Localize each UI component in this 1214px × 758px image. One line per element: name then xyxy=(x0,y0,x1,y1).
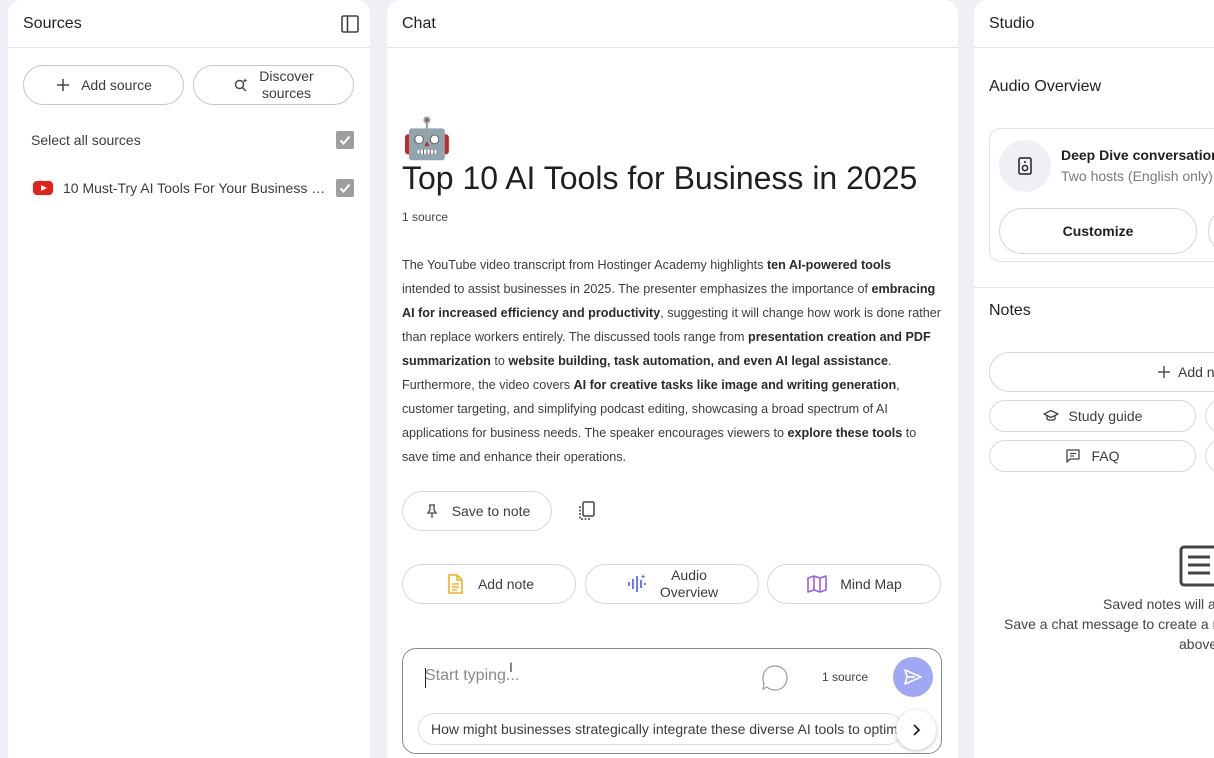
studio-add-note-button[interactable]: Add note xyxy=(989,352,1214,392)
audio-overview-title: Audio Overview xyxy=(989,78,1102,95)
discover-label: Discover sources xyxy=(259,68,314,101)
plus-icon xyxy=(57,79,70,91)
chat-header: Chat xyxy=(387,0,958,48)
notebook-summary: The YouTube video transcript from Hostin… xyxy=(402,253,942,469)
add-note-label: Add note xyxy=(477,576,535,592)
summary-highlight: AI for creative tasks like image and wri… xyxy=(573,378,897,392)
graduation-cap-icon xyxy=(1042,409,1059,421)
sources-header: Sources xyxy=(8,0,370,48)
summary-text: to xyxy=(490,354,509,368)
source-item-checkbox[interactable] xyxy=(336,179,354,197)
pin-icon xyxy=(426,504,437,518)
composer-source-count: 1 source xyxy=(822,670,869,684)
add-source-button[interactable]: Add source xyxy=(23,65,184,105)
copy-icon[interactable] xyxy=(576,500,598,522)
studio-title: Studio xyxy=(989,14,1035,32)
suggested-question-chip[interactable]: How might businesses strategically integ… xyxy=(418,713,903,745)
collapse-panel-icon[interactable] xyxy=(340,14,360,34)
chat-bubble-icon xyxy=(762,665,788,691)
search-sparkle-icon xyxy=(235,78,248,92)
map-icon xyxy=(807,575,828,593)
add-source-label: Add source xyxy=(81,77,152,93)
youtube-icon xyxy=(33,181,53,195)
faq-label: FAQ xyxy=(1091,448,1120,464)
send-icon xyxy=(904,669,922,685)
generate-button[interactable] xyxy=(1208,208,1214,254)
chat-input[interactable] xyxy=(425,667,745,685)
chevron-right-icon xyxy=(913,724,921,736)
faq-bubble-icon xyxy=(1066,449,1081,463)
robot-emoji-icon: 🤖 xyxy=(402,117,452,161)
check-icon xyxy=(339,135,351,145)
check-icon xyxy=(339,183,351,193)
note-icon xyxy=(448,574,463,594)
select-all-row[interactable]: Select all sources xyxy=(23,125,354,155)
audio-overview-label: Audio Overview xyxy=(659,567,719,600)
notes-empty-hint: Save a chat message to create a new note… xyxy=(1004,616,1214,632)
send-button[interactable] xyxy=(893,657,933,697)
audio-overview-card: Deep Dive conversation Two hosts (Englis… xyxy=(989,128,1214,262)
deep-dive-title: Deep Dive conversation xyxy=(1061,147,1214,163)
mind-map-label: Mind Map xyxy=(840,576,902,592)
notes-empty-hint-end: above. xyxy=(1179,636,1214,652)
select-all-checkbox[interactable] xyxy=(336,131,354,149)
faq-button[interactable]: FAQ xyxy=(989,440,1196,472)
customize-button[interactable]: Customize xyxy=(999,208,1197,254)
add-note-button[interactable]: Add note xyxy=(402,564,576,604)
summary-highlight: explore these tools xyxy=(787,426,903,440)
study-guide-label: Study guide xyxy=(1068,408,1143,424)
summary-highlight: website building, task automation, and e… xyxy=(508,354,888,368)
notes-title: Notes xyxy=(989,302,1031,319)
studio-panel: Studio Audio Overview Deep Dive conversa… xyxy=(974,0,1214,758)
speaker-icon xyxy=(999,140,1051,192)
audio-waveform-icon xyxy=(628,574,646,592)
ibeam-cursor-icon: I xyxy=(509,659,513,675)
sources-panel: Sources Add source Discover sources Sele… xyxy=(8,0,370,758)
notes-list-icon xyxy=(1179,545,1214,587)
source-item-label: 10 Must-Try AI Tools For Your Business i… xyxy=(63,180,328,196)
sources-title: Sources xyxy=(23,14,82,32)
plus-icon xyxy=(1158,366,1170,378)
mind-map-button[interactable]: Mind Map xyxy=(767,564,941,604)
audio-overview-button[interactable]: Audio Overview xyxy=(585,564,759,604)
notebook-source-count: 1 source xyxy=(402,210,449,224)
suggested-question-text: How might businesses strategically integ… xyxy=(431,721,902,737)
notes-empty-title: Saved notes will appear here xyxy=(1103,596,1214,612)
summary-text: The YouTube video transcript from Hostin… xyxy=(402,258,767,272)
timeline-button[interactable] xyxy=(1205,440,1214,472)
studio-divider xyxy=(974,287,1214,288)
summary-highlight: ten AI-powered tools xyxy=(766,258,892,272)
summary-text: intended to assist businesses in 2025. T… xyxy=(402,282,872,296)
save-to-note-label: Save to note xyxy=(451,503,531,519)
studio-add-note-label: Add note xyxy=(1158,364,1214,380)
source-item[interactable]: 10 Must-Try AI Tools For Your Business i… xyxy=(23,173,354,203)
notebook-title: Top 10 AI Tools for Business in 2025 xyxy=(402,160,918,196)
save-to-note-button[interactable]: Save to note xyxy=(402,491,552,531)
briefing-doc-button[interactable] xyxy=(1205,400,1214,432)
discover-sources-button[interactable]: Discover sources xyxy=(193,65,354,105)
deep-dive-subtitle: Two hosts (English only) xyxy=(1061,168,1213,184)
chat-title-header: Chat xyxy=(402,14,436,32)
select-all-label: Select all sources xyxy=(31,132,141,148)
study-guide-button[interactable]: Study guide xyxy=(989,400,1196,432)
next-suggestion-button[interactable] xyxy=(896,710,936,750)
studio-header: Studio xyxy=(974,0,1214,48)
chat-composer: I 1 source How might businesses strategi… xyxy=(402,648,942,754)
chat-panel: Chat 🤖 Top 10 AI Tools for Business in 2… xyxy=(387,0,958,758)
